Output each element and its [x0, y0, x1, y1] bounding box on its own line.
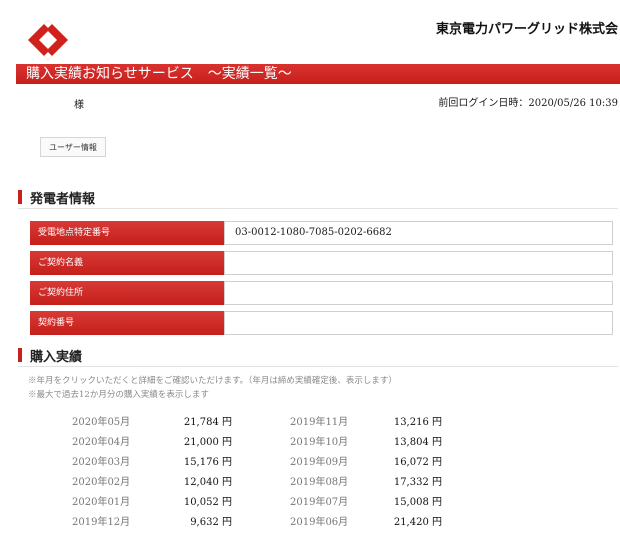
purchase-amount: 10,052 円: [183, 497, 232, 508]
info-row-contract-number: 契約番号: [30, 311, 613, 335]
purchase-month-link[interactable]: 2019年06月: [290, 513, 348, 528]
purchase-month-link[interactable]: 2019年08月: [290, 473, 348, 488]
purchase-amount: 21,784 円: [183, 417, 232, 428]
purchase-month-link[interactable]: 2020年04月: [72, 433, 130, 448]
section-title: 購入実績: [30, 349, 83, 365]
purchase-row[interactable]: 2019年08月 17,332 円: [290, 473, 460, 489]
purchase-amount: 9,632 円: [190, 517, 232, 528]
purchase-month-link[interactable]: 2020年01月: [72, 493, 130, 508]
info-label: ご契約住所: [30, 281, 224, 305]
purchase-amount: 21,420 円: [393, 517, 442, 528]
purchase-month-link[interactable]: 2019年11月: [290, 413, 348, 428]
info-row-contract-address: ご契約住所: [30, 281, 613, 305]
info-value: [224, 251, 613, 275]
purchase-row[interactable]: 2019年10月 13,804 円: [290, 433, 460, 449]
purchase-row[interactable]: 2020年04月 21,000 円: [72, 433, 242, 449]
info-row-supply-point: 受電地点特定番号 03-0012-1080-7085-0202-6682: [30, 221, 613, 245]
purchase-row[interactable]: 2020年02月 12,040 円: [72, 473, 242, 489]
info-label: 契約番号: [30, 311, 224, 335]
purchase-month-link[interactable]: 2019年09月: [290, 453, 348, 468]
purchase-month-link[interactable]: 2020年05月: [72, 413, 130, 428]
purchase-amount: 15,008 円: [393, 497, 442, 508]
purchase-row[interactable]: 2019年09月 16,072 円: [290, 453, 460, 469]
purchase-row[interactable]: 2019年12月 9,632 円: [72, 513, 242, 529]
info-value: [224, 311, 613, 335]
section-marker: [18, 348, 22, 362]
purchase-row[interactable]: 2020年05月 21,784 円: [72, 413, 242, 429]
last-login: 前回ログイン日時：2020/05/26 10:39: [438, 98, 618, 109]
purchase-month-link[interactable]: 2019年07月: [290, 493, 348, 508]
user-name-suffix: 様: [74, 100, 84, 111]
page: 東京電力パワーグリッド株式会 購入実績お知らせサービス 〜実績一覧〜 様 前回ロ…: [0, 0, 620, 543]
page-title: 購入実績お知らせサービス 〜実績一覧〜: [26, 66, 292, 82]
purchase-month-link[interactable]: 2020年03月: [72, 453, 130, 468]
purchase-amount: 16,072 円: [393, 457, 442, 468]
purchase-month-link[interactable]: 2019年10月: [290, 433, 348, 448]
purchase-month-link[interactable]: 2020年02月: [72, 473, 130, 488]
user-info-button[interactable]: ユーザー情報: [40, 137, 106, 157]
purchase-row[interactable]: 2020年03月 15,176 円: [72, 453, 242, 469]
purchase-amount: 12,040 円: [183, 477, 232, 488]
purchase-row[interactable]: 2020年01月 10,052 円: [72, 493, 242, 509]
purchase-amount: 13,216 円: [393, 417, 442, 428]
section-generator-info: 発電者情報: [18, 188, 96, 207]
note-click-month: ※年月をクリックいただくと詳細をご確認いただけます。（年月は締め実績確定後、表示…: [28, 376, 397, 386]
note-max-months: ※最大で過去12か月分の購入実績を表示します: [28, 390, 209, 400]
purchase-month-link[interactable]: 2019年12月: [72, 513, 130, 528]
purchase-amount: 13,804 円: [393, 437, 442, 448]
info-row-contract-name: ご契約名義: [30, 251, 613, 275]
company-name: 東京電力パワーグリッド株式会: [435, 22, 618, 37]
info-value: 03-0012-1080-7085-0202-6682: [224, 221, 613, 245]
purchase-amount: 17,332 円: [393, 477, 442, 488]
info-value: [224, 281, 613, 305]
section-divider: [18, 366, 618, 367]
section-purchase-results: 購入実績: [18, 346, 83, 365]
page-banner: 購入実績お知らせサービス 〜実績一覧〜: [16, 64, 620, 84]
purchase-row[interactable]: 2019年07月 15,008 円: [290, 493, 460, 509]
info-label: ご契約名義: [30, 251, 224, 275]
purchase-amount: 21,000 円: [183, 437, 232, 448]
purchase-row[interactable]: 2019年11月 13,216 円: [290, 413, 460, 429]
purchase-row[interactable]: 2019年06月 21,420 円: [290, 513, 460, 529]
section-marker: [18, 190, 22, 204]
tepco-logo-icon: [28, 20, 68, 60]
section-title: 発電者情報: [30, 191, 96, 207]
purchase-amount: 15,176 円: [183, 457, 232, 468]
info-label: 受電地点特定番号: [30, 221, 224, 245]
section-divider: [18, 208, 618, 209]
